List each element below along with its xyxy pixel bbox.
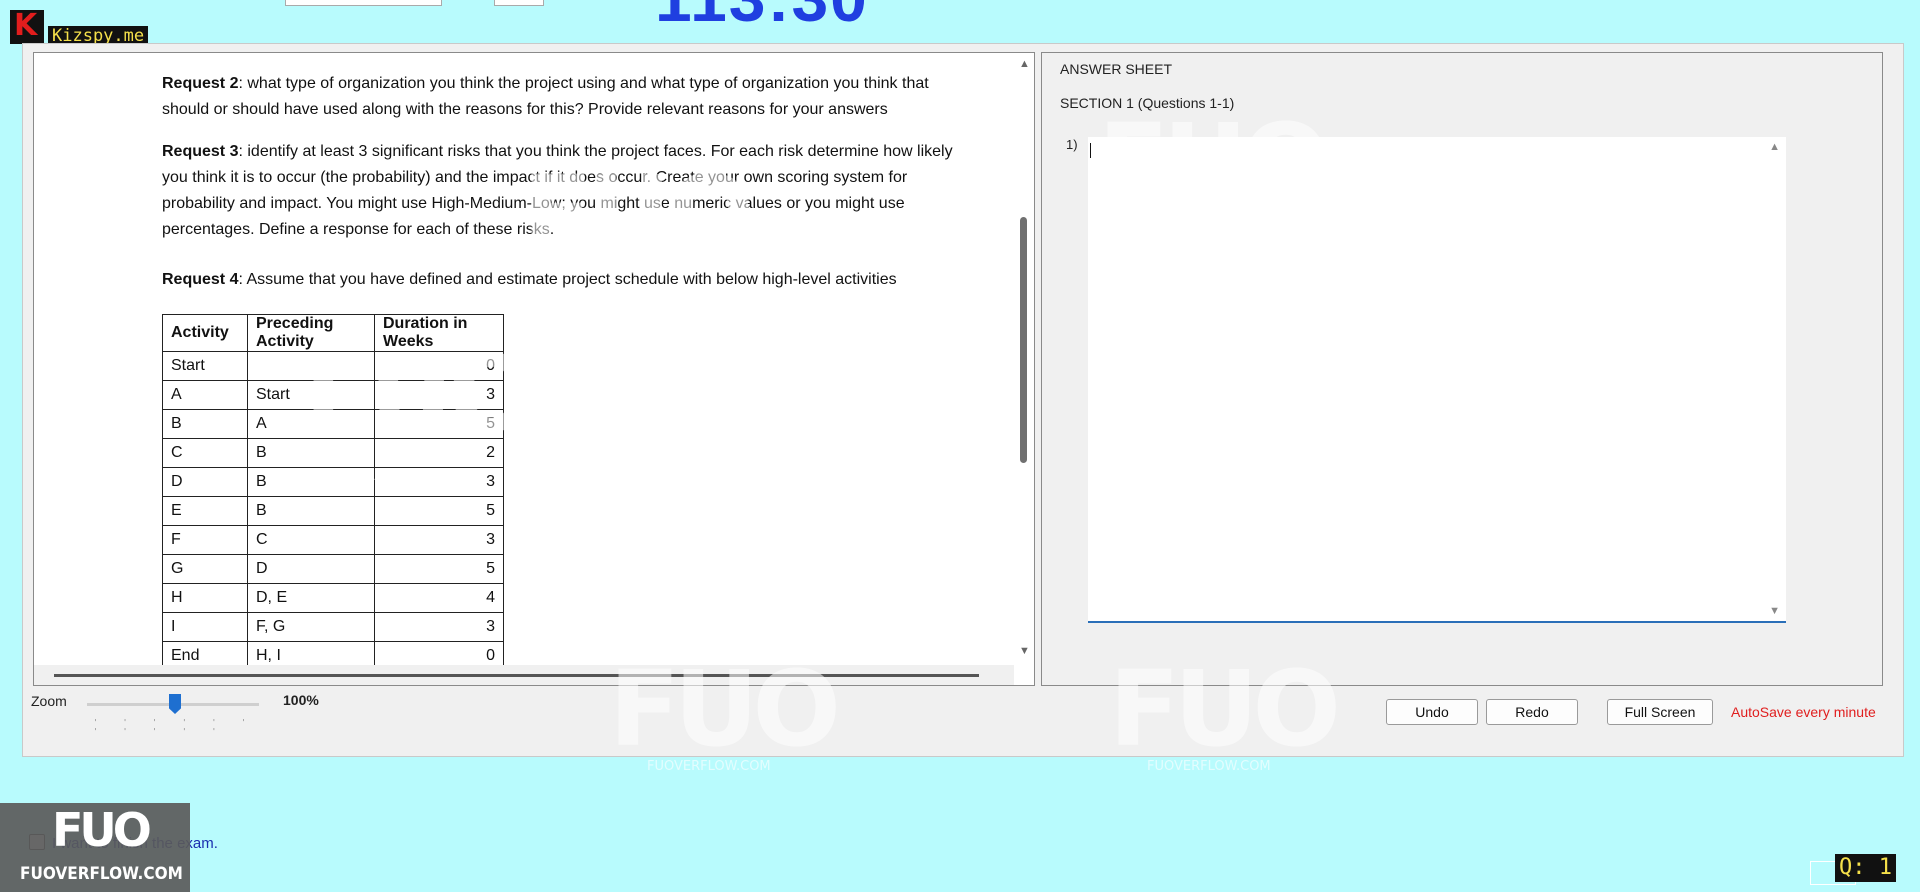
table-row: EB5 [162, 496, 504, 526]
table-row: Start 0 [162, 351, 504, 381]
duration-cell: 3 [374, 467, 504, 497]
watermark-site: FUOVERFLOW.COM [730, 469, 854, 484]
table-row: BA5 [162, 409, 504, 439]
question-number: 1) [1066, 137, 1078, 152]
horizontal-scroll-thumb[interactable] [54, 674, 979, 677]
question-content: Request 2: what type of organization you… [34, 53, 1014, 665]
duration-cell: 5 [374, 554, 504, 584]
activity-cell: B [162, 409, 248, 439]
top-field-right[interactable] [494, 0, 544, 6]
preceding-cell: Start [247, 380, 375, 410]
text-caret [1090, 143, 1091, 158]
preceding-cell: B [247, 438, 375, 468]
table-row: FC3 [162, 525, 504, 555]
activity-cell: D [162, 467, 248, 497]
table-header: Activity [162, 314, 248, 352]
answer-sheet-title: ANSWER SHEET [1060, 61, 1173, 77]
duration-cell: 5 [374, 496, 504, 526]
scroll-down-icon[interactable]: ▼ [1769, 605, 1780, 617]
activity-cell: I [162, 612, 248, 642]
duration-cell: 3 [374, 612, 504, 642]
table-row: GD5 [162, 554, 504, 584]
top-field-left[interactable] [285, 0, 442, 6]
zoom-ticks: ' ' ' ' ' ' ' ' ' ' ' [93, 718, 256, 736]
fullscreen-button[interactable]: Full Screen [1607, 699, 1713, 725]
table-row: I F, G3 [162, 612, 504, 642]
request-2: Request 2: what type of organization you… [162, 75, 929, 118]
preceding-cell: D, E [247, 583, 375, 613]
answer-panel: ANSWER SHEET SECTION 1 (Questions 1-1) 1… [1041, 52, 1883, 686]
duration-cell: 2 [374, 438, 504, 468]
scroll-up-icon[interactable]: ▲ [1769, 141, 1780, 153]
fuoverflow-logo: FUO [52, 803, 152, 857]
preceding-cell: B [247, 496, 375, 526]
answer-textarea[interactable]: ▲ ▼ [1088, 137, 1786, 623]
activity-cell: G [162, 554, 248, 584]
activity-table: Activity Preceding Activity Duration in … [162, 314, 504, 665]
preceding-cell [247, 351, 375, 381]
duration-cell: 3 [374, 380, 504, 410]
exam-window: Request 2: what type of organization you… [22, 43, 1904, 770]
duration-cell: 4 [374, 583, 504, 613]
question-badge: Q: 1 [1835, 854, 1896, 882]
activity-cell: F [162, 525, 248, 555]
table-header: Preceding Activity [247, 314, 375, 352]
preceding-cell: F, G [247, 612, 375, 642]
table-row: End H, I0 [162, 641, 504, 665]
watermark-logo: FUO [702, 333, 934, 455]
table-row: DB3 [162, 467, 504, 497]
preceding-cell: D [247, 554, 375, 584]
activity-cell: End [162, 641, 248, 665]
question-horizontal-scrollbar[interactable] [34, 665, 1014, 685]
duration-cell: 3 [374, 525, 504, 555]
fuoverflow-site: FUOVERFLOW.COM [20, 864, 183, 884]
activity-cell: A [162, 380, 248, 410]
activity-cell: E [162, 496, 248, 526]
preceding-cell: B [247, 467, 375, 497]
preceding-cell: A [247, 409, 375, 439]
zoom-slider-thumb[interactable] [169, 694, 181, 714]
duration-cell: 5 [374, 409, 504, 439]
scroll-up-icon[interactable]: ▲ [1019, 58, 1030, 70]
exam-timer: 113:30 [655, 0, 869, 36]
request-3: Request 3: identify at least 3 significa… [162, 143, 953, 238]
activity-cell: C [162, 438, 248, 468]
redo-button[interactable]: Redo [1486, 699, 1578, 725]
activity-cell: Start [162, 351, 248, 381]
table-row: CB2 [162, 438, 504, 468]
undo-button[interactable]: Undo [1386, 699, 1478, 725]
table-row: H D, E4 [162, 583, 504, 613]
section-label: SECTION 1 (Questions 1-1) [1060, 95, 1235, 111]
table-header: Duration in Weeks [374, 314, 504, 352]
activity-cell: H [162, 583, 248, 613]
question-vertical-scrollbar[interactable]: ▲ ▼ [1016, 53, 1034, 665]
scroll-thumb[interactable] [1020, 217, 1027, 463]
question-panel: Request 2: what type of organization you… [33, 52, 1035, 686]
table-row: A Start 3 [162, 380, 504, 410]
duration-cell: 0 [374, 641, 504, 665]
watermark-site: FUOVERFLOW.COM [1147, 759, 1271, 774]
duration-cell: 0 [374, 351, 504, 381]
zoom-value: 100% [283, 692, 319, 708]
watermark-site: FUOVERFLOW.COM [647, 759, 771, 774]
request-4: Request 4: Assume that you have defined … [162, 271, 897, 288]
zoom-label: Zoom [31, 693, 67, 709]
autosave-notice: AutoSave every minute [1731, 704, 1876, 720]
scroll-down-icon[interactable]: ▼ [1019, 645, 1030, 657]
kizspy-logo-letter: K [14, 8, 38, 43]
preceding-cell: H, I [247, 641, 375, 665]
preceding-cell: C [247, 525, 375, 555]
